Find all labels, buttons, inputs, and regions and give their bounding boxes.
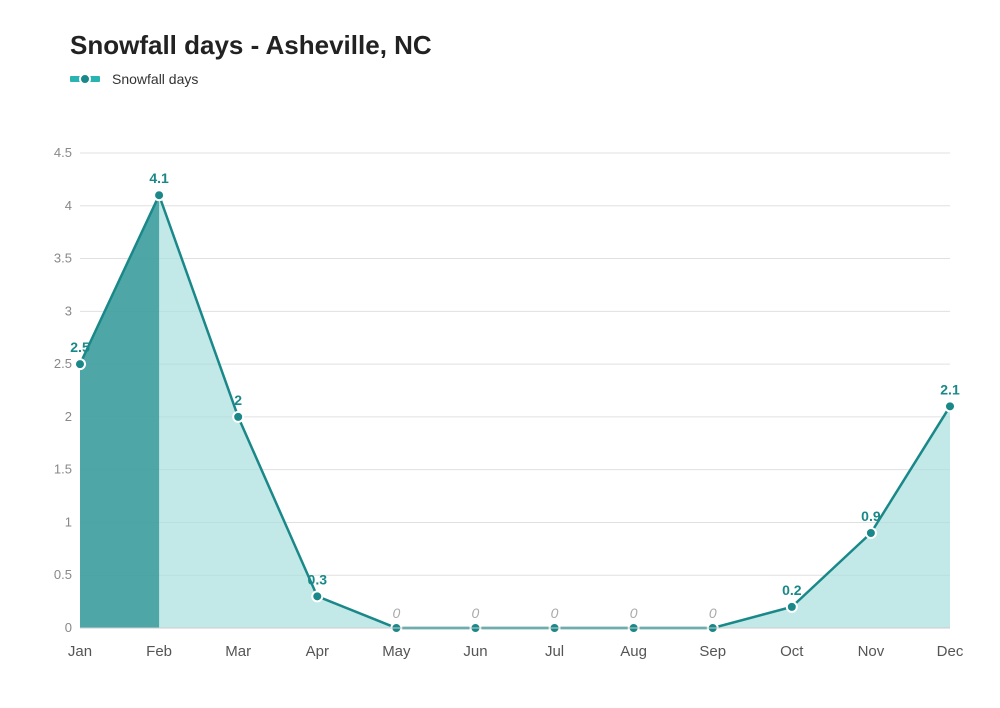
svg-text:4.1: 4.1 [149, 170, 169, 186]
svg-text:2.5: 2.5 [70, 339, 90, 355]
svg-text:0: 0 [630, 605, 638, 621]
svg-text:Apr: Apr [306, 643, 329, 660]
chart-svg: 00.511.522.533.544.52.54.120.3000000.20.… [70, 103, 980, 703]
svg-text:0.5: 0.5 [54, 567, 72, 582]
svg-text:1: 1 [65, 514, 72, 529]
svg-text:Mar: Mar [225, 643, 251, 660]
svg-text:0: 0 [392, 605, 400, 621]
svg-text:3.5: 3.5 [54, 251, 72, 266]
svg-text:0: 0 [709, 605, 717, 621]
svg-text:0.2: 0.2 [782, 582, 802, 598]
svg-text:Aug: Aug [620, 643, 647, 660]
legend-item: Snowfall days [70, 71, 198, 87]
svg-text:Jan: Jan [68, 643, 92, 660]
svg-text:Nov: Nov [858, 643, 885, 660]
svg-text:Sep: Sep [699, 643, 726, 660]
svg-text:2: 2 [234, 392, 242, 408]
legend: Snowfall days [70, 71, 980, 87]
svg-text:0: 0 [472, 605, 480, 621]
svg-text:Dec: Dec [937, 643, 964, 660]
svg-text:0: 0 [551, 605, 559, 621]
svg-text:0.9: 0.9 [861, 508, 881, 524]
svg-text:0: 0 [65, 620, 72, 635]
svg-text:Feb: Feb [146, 643, 172, 660]
svg-text:2.1: 2.1 [940, 381, 960, 397]
svg-text:1.5: 1.5 [54, 462, 72, 477]
svg-text:May: May [382, 643, 411, 660]
svg-text:2: 2 [65, 409, 72, 424]
chart-container: Snowfall days - Asheville, NC Snowfall d… [0, 0, 1000, 700]
svg-text:Jul: Jul [545, 643, 564, 660]
chart-title: Snowfall days - Asheville, NC [70, 30, 980, 61]
svg-text:0.3: 0.3 [308, 571, 328, 587]
svg-text:2.5: 2.5 [54, 356, 72, 371]
svg-text:4.5: 4.5 [54, 145, 72, 160]
svg-text:3: 3 [65, 303, 72, 318]
svg-text:Jun: Jun [463, 643, 487, 660]
chart-area: 00.511.522.533.544.52.54.120.3000000.20.… [70, 103, 980, 703]
legend-label: Snowfall days [112, 71, 198, 87]
svg-text:4: 4 [65, 198, 72, 213]
svg-text:Oct: Oct [780, 643, 804, 660]
legend-icon [70, 71, 106, 87]
